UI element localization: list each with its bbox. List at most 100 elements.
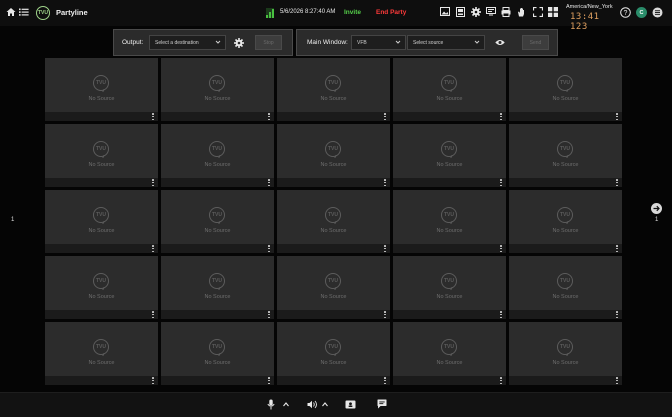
more-options-icon[interactable] <box>616 113 618 120</box>
source-tile[interactable]: TVU No Source <box>509 190 622 253</box>
source-tile[interactable]: TVU No Source <box>393 124 506 187</box>
source-tile[interactable]: TVU No Source <box>161 124 274 187</box>
tile-footer <box>161 376 274 385</box>
output-settings-gear-icon[interactable] <box>234 38 244 48</box>
more-options-icon[interactable] <box>152 311 154 318</box>
screen-icon[interactable] <box>486 7 496 16</box>
chat-icon[interactable] <box>377 399 387 409</box>
chevron-up-icon[interactable] <box>322 402 328 407</box>
tile-status-text: No Source <box>320 96 347 102</box>
send-button[interactable]: Send <box>522 35 549 50</box>
source-tile[interactable]: TVU No Source <box>509 124 622 187</box>
more-options-icon[interactable] <box>268 179 270 186</box>
source-tile[interactable]: TVU No Source <box>277 322 390 385</box>
list-icon[interactable] <box>19 7 29 17</box>
more-options-icon[interactable] <box>384 311 386 318</box>
more-options-icon[interactable] <box>268 245 270 252</box>
end-party-button[interactable]: End Party <box>376 9 406 16</box>
tvu-logo-icon: TVU <box>557 273 573 289</box>
more-options-icon[interactable] <box>384 245 386 252</box>
stop-button[interactable]: Stop <box>255 35 282 50</box>
source-tile[interactable]: TVU No Source <box>161 190 274 253</box>
source-tile[interactable]: TVU No Source <box>277 58 390 121</box>
next-page-button[interactable] <box>651 203 662 214</box>
tile-status-text: No Source <box>436 294 463 300</box>
chevron-down-icon <box>395 40 401 44</box>
source-select[interactable]: Select source <box>407 35 485 50</box>
hand-icon[interactable] <box>517 7 526 17</box>
invite-button[interactable]: Invite <box>344 9 361 16</box>
output-panel: Output: Select a destination Stop <box>113 29 293 56</box>
grid-icon[interactable] <box>548 7 558 17</box>
more-options-icon[interactable] <box>268 311 270 318</box>
gear-icon[interactable] <box>471 7 481 17</box>
tile-status-text: No Source <box>88 162 115 168</box>
more-options-icon[interactable] <box>500 113 502 120</box>
window-type-select[interactable]: VFB <box>351 35 406 50</box>
more-options-icon[interactable] <box>384 377 386 384</box>
fullscreen-icon[interactable] <box>533 7 543 17</box>
source-tile[interactable]: TVU No Source <box>161 322 274 385</box>
source-tile[interactable]: TVU No Source <box>45 58 158 121</box>
source-tile[interactable]: TVU No Source <box>393 322 506 385</box>
source-tile[interactable]: TVU No Source <box>509 58 622 121</box>
speaker-icon[interactable] <box>307 400 318 409</box>
more-options-icon[interactable] <box>384 179 386 186</box>
more-options-icon[interactable] <box>616 245 618 252</box>
more-options-icon[interactable] <box>152 377 154 384</box>
video-chat-icon[interactable] <box>345 400 356 409</box>
source-tile[interactable]: TVU No Source <box>45 322 158 385</box>
more-options-icon[interactable] <box>152 179 154 186</box>
tile-footer <box>509 244 622 253</box>
menu-icon[interactable] <box>652 7 663 18</box>
eye-icon[interactable] <box>495 39 505 46</box>
more-options-icon[interactable] <box>384 113 386 120</box>
tile-footer <box>45 178 158 187</box>
source-tile[interactable]: TVU No Source <box>393 58 506 121</box>
tile-status-text: No Source <box>88 96 115 102</box>
more-options-icon[interactable] <box>616 179 618 186</box>
tile-status-text: No Source <box>552 96 579 102</box>
source-tile[interactable]: TVU No Source <box>277 124 390 187</box>
more-options-icon[interactable] <box>500 179 502 186</box>
source-tile[interactable]: TVU No Source <box>509 256 622 319</box>
source-tile[interactable]: TVU No Source <box>277 190 390 253</box>
tvu-logo-icon: TVU <box>209 207 225 223</box>
more-options-icon[interactable] <box>500 377 502 384</box>
more-options-icon[interactable] <box>268 113 270 120</box>
tile-status-text: No Source <box>552 294 579 300</box>
tile-footer <box>393 244 506 253</box>
source-tile[interactable]: TVU No Source <box>393 256 506 319</box>
source-tile[interactable]: TVU No Source <box>509 322 622 385</box>
more-options-icon[interactable] <box>616 377 618 384</box>
page-number-left: 1 <box>11 217 15 223</box>
home-icon[interactable] <box>6 7 16 17</box>
destination-select[interactable]: Select a destination <box>149 35 226 50</box>
image-icon[interactable] <box>440 7 450 16</box>
more-options-icon[interactable] <box>152 245 154 252</box>
more-options-icon[interactable] <box>268 377 270 384</box>
print-icon[interactable] <box>501 7 511 17</box>
chevron-up-icon[interactable] <box>283 402 289 407</box>
source-tile[interactable]: TVU No Source <box>277 256 390 319</box>
source-tile[interactable]: TVU No Source <box>45 124 158 187</box>
avatar[interactable]: C <box>636 7 647 18</box>
device-icon[interactable] <box>456 7 465 17</box>
more-options-icon[interactable] <box>500 245 502 252</box>
source-tile[interactable]: TVU No Source <box>161 58 274 121</box>
timezone-clock: America/New_York 13:41 123 <box>566 4 614 32</box>
tvu-logo-icon: TVU <box>209 339 225 355</box>
more-options-icon[interactable] <box>500 311 502 318</box>
more-options-icon[interactable] <box>616 311 618 318</box>
tile-footer <box>509 310 622 319</box>
help-icon[interactable]: ? <box>620 7 631 18</box>
source-tile[interactable]: TVU No Source <box>45 190 158 253</box>
source-tile[interactable]: TVU No Source <box>45 256 158 319</box>
tvu-logo-icon: TVU <box>93 339 109 355</box>
tile-status-text: No Source <box>88 294 115 300</box>
window-type-value: VFB <box>357 40 367 46</box>
more-options-icon[interactable] <box>152 113 154 120</box>
source-tile[interactable]: TVU No Source <box>393 190 506 253</box>
source-tile[interactable]: TVU No Source <box>161 256 274 319</box>
microphone-icon[interactable] <box>267 399 275 410</box>
